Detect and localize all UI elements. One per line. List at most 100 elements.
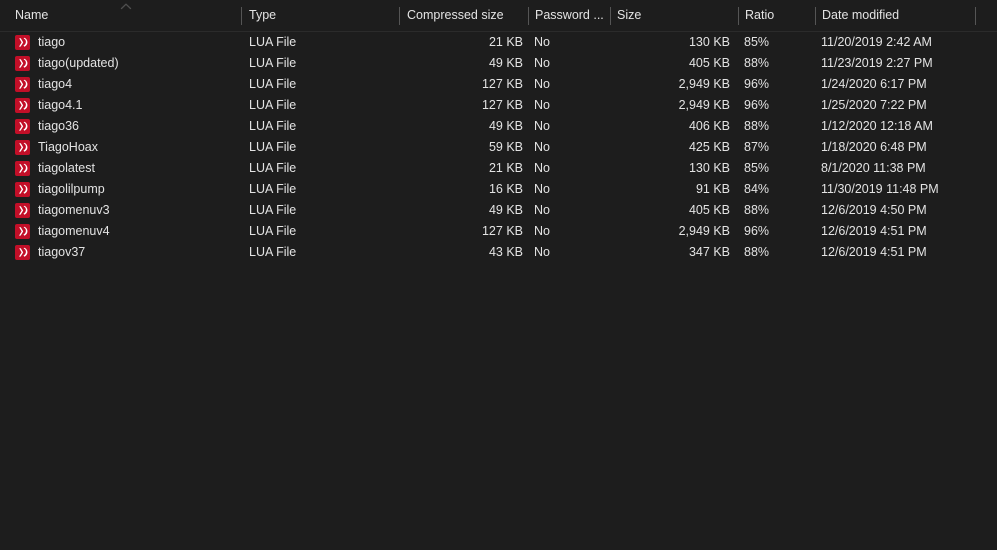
ratio-cell: 87%	[744, 140, 770, 154]
file-type-cell: LUA File	[249, 203, 297, 217]
compressed-size-cell: 16 KB	[488, 182, 523, 196]
column-header-date-modified[interactable]: Date modified	[822, 0, 967, 31]
size-cell: 130 KB	[688, 35, 730, 49]
column-header-size[interactable]: Size	[617, 0, 727, 31]
table-row[interactable]: tiago4.1 LUA File 127 KB No 2,949 KB 96%…	[0, 95, 997, 116]
file-type-cell: LUA File	[249, 245, 297, 259]
password-cell: No	[534, 140, 550, 154]
ratio-cell: 85%	[744, 35, 770, 49]
file-name-label: tiagolilpump	[38, 182, 105, 196]
ratio-cell: 96%	[744, 77, 770, 91]
compressed-size-cell: 127 KB	[481, 98, 523, 112]
file-name-cell[interactable]: tiago4.1	[15, 95, 235, 116]
table-row[interactable]: tiagomenuv4 LUA File 127 KB No 2,949 KB …	[0, 221, 997, 242]
table-row[interactable]: tiagomenuv3 LUA File 49 KB No 405 KB 88%…	[0, 200, 997, 221]
compressed-size-cell: 127 KB	[481, 77, 523, 91]
column-header-password[interactable]: Password ...	[535, 0, 603, 31]
table-row[interactable]: tiago LUA File 21 KB No 130 KB 85% 11/20…	[0, 32, 997, 53]
password-cell: No	[534, 182, 550, 196]
password-cell: No	[534, 35, 550, 49]
lua-file-icon	[15, 224, 30, 239]
size-cell: 406 KB	[688, 119, 730, 133]
file-name-cell[interactable]: tiago	[15, 32, 235, 53]
size-cell: 130 KB	[688, 161, 730, 175]
file-name-label: tiago	[38, 35, 66, 49]
password-cell: No	[534, 245, 550, 259]
column-divider-type[interactable]	[241, 7, 242, 25]
lua-file-icon	[15, 140, 30, 155]
size-cell: 2,949 KB	[678, 98, 730, 112]
column-divider-password[interactable]	[528, 7, 529, 25]
lua-file-icon	[15, 56, 30, 71]
column-divider-date-modified[interactable]	[815, 7, 816, 25]
file-type-cell: LUA File	[249, 224, 297, 238]
compressed-size-cell: 49 KB	[488, 119, 523, 133]
column-header-bar: Name Type Compressed size Password ... S…	[0, 0, 997, 32]
file-name-label: tiago4.1	[38, 98, 83, 112]
date-modified-cell: 12/6/2019 4:50 PM	[821, 203, 927, 217]
date-modified-cell: 1/18/2020 6:48 PM	[821, 140, 927, 154]
password-cell: No	[534, 203, 550, 217]
file-name-cell[interactable]: tiagomenuv3	[15, 200, 235, 221]
file-name-cell[interactable]: tiagomenuv4	[15, 221, 235, 242]
column-header-compressed-size[interactable]: Compressed size	[407, 0, 519, 31]
table-row[interactable]: tiagolatest LUA File 21 KB No 130 KB 85%…	[0, 158, 997, 179]
file-name-cell[interactable]: tiago36	[15, 116, 235, 137]
lua-file-icon	[15, 35, 30, 50]
column-divider-size[interactable]	[610, 7, 611, 25]
date-modified-cell: 1/24/2020 6:17 PM	[821, 77, 927, 91]
lua-file-icon	[15, 77, 30, 92]
size-cell: 405 KB	[688, 56, 730, 70]
file-type-cell: LUA File	[249, 119, 297, 133]
file-name-cell[interactable]: tiago(updated)	[15, 53, 235, 74]
compressed-size-cell: 127 KB	[481, 224, 523, 238]
file-name-cell[interactable]: tiago4	[15, 74, 235, 95]
column-header-ratio[interactable]: Ratio	[745, 0, 807, 31]
file-name-label: TiagoHoax	[38, 140, 98, 154]
file-name-label: tiago36	[38, 119, 80, 133]
column-divider-compressed-size[interactable]	[399, 7, 400, 25]
ratio-cell: 88%	[744, 56, 770, 70]
column-divider-end[interactable]	[975, 7, 976, 25]
password-cell: No	[534, 98, 550, 112]
size-cell: 2,949 KB	[678, 77, 730, 91]
column-divider-ratio[interactable]	[738, 7, 739, 25]
lua-file-icon	[15, 98, 30, 113]
table-row[interactable]: tiago36 LUA File 49 KB No 406 KB 88% 1/1…	[0, 116, 997, 137]
file-name-cell[interactable]: TiagoHoax	[15, 137, 235, 158]
date-modified-cell: 8/1/2020 11:38 PM	[821, 161, 926, 175]
lua-file-icon	[15, 161, 30, 176]
size-cell: 91 KB	[695, 182, 730, 196]
password-cell: No	[534, 119, 550, 133]
column-header-type[interactable]: Type	[249, 0, 389, 31]
table-row[interactable]: tiagov37 LUA File 43 KB No 347 KB 88% 12…	[0, 242, 997, 263]
password-cell: No	[534, 224, 550, 238]
ratio-cell: 84%	[744, 182, 770, 196]
ratio-cell: 96%	[744, 224, 770, 238]
lua-file-icon	[15, 203, 30, 218]
file-name-cell[interactable]: tiagov37	[15, 242, 235, 263]
date-modified-cell: 11/23/2019 2:27 PM	[821, 56, 933, 70]
table-row[interactable]: tiago4 LUA File 127 KB No 2,949 KB 96% 1…	[0, 74, 997, 95]
table-row[interactable]: TiagoHoax LUA File 59 KB No 425 KB 87% 1…	[0, 137, 997, 158]
file-type-cell: LUA File	[249, 182, 297, 196]
date-modified-cell: 12/6/2019 4:51 PM	[821, 245, 927, 259]
file-name-cell[interactable]: tiagolilpump	[15, 179, 235, 200]
lua-file-icon	[15, 182, 30, 197]
file-name-cell[interactable]: tiagolatest	[15, 158, 235, 179]
file-name-label: tiagov37	[38, 245, 86, 259]
date-modified-cell: 1/12/2020 12:18 AM	[821, 119, 933, 133]
header-right-edge	[985, 0, 997, 31]
compressed-size-cell: 21 KB	[488, 161, 523, 175]
size-cell: 425 KB	[688, 140, 730, 154]
date-modified-cell: 11/20/2019 2:42 AM	[821, 35, 932, 49]
compressed-size-cell: 49 KB	[488, 203, 523, 217]
file-type-cell: LUA File	[249, 161, 297, 175]
password-cell: No	[534, 161, 550, 175]
file-type-cell: LUA File	[249, 35, 297, 49]
table-row[interactable]: tiagolilpump LUA File 16 KB No 91 KB 84%…	[0, 179, 997, 200]
lua-file-icon	[15, 245, 30, 260]
column-header-name[interactable]: Name	[15, 0, 225, 31]
file-rows: tiago LUA File 21 KB No 130 KB 85% 11/20…	[0, 32, 997, 263]
table-row[interactable]: tiago(updated) LUA File 49 KB No 405 KB …	[0, 53, 997, 74]
